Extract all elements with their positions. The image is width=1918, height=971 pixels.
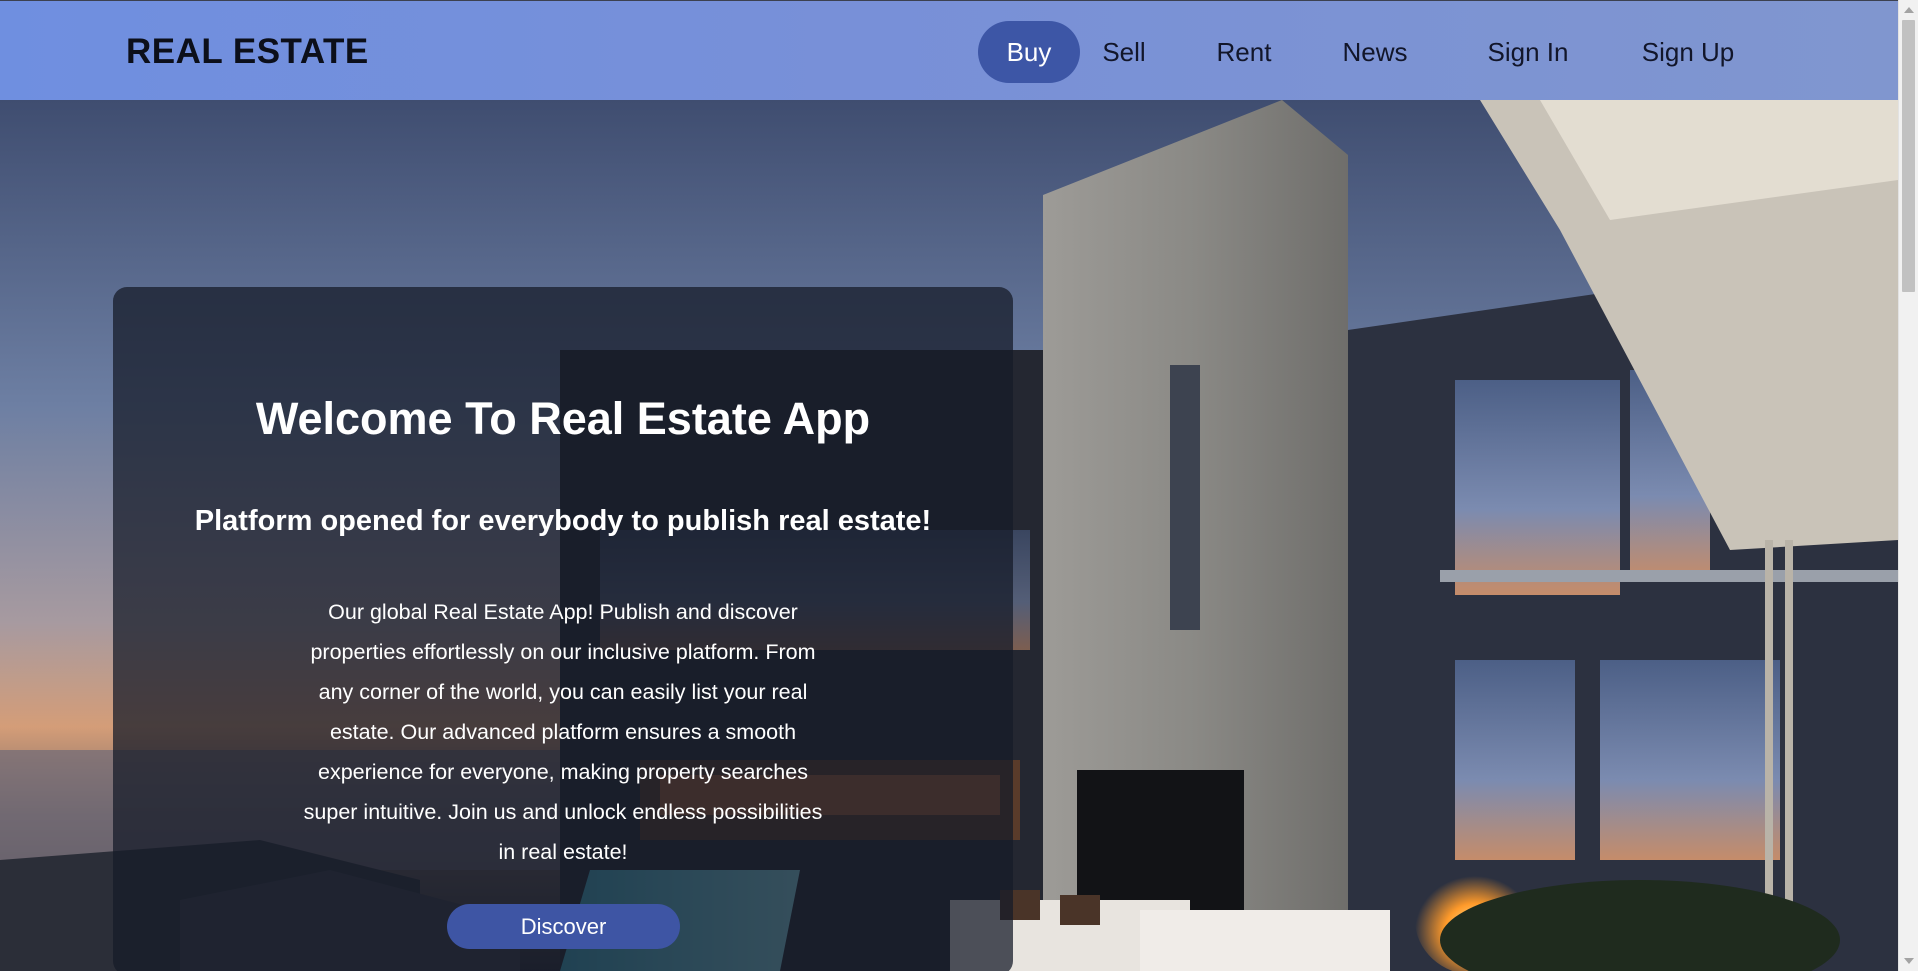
nav-item-sell[interactable]: Sell <box>1086 21 1162 83</box>
discover-button[interactable]: Discover <box>447 904 680 949</box>
nav-item-sign-in[interactable]: Sign In <box>1468 21 1588 83</box>
vertical-scrollbar[interactable] <box>1898 0 1918 971</box>
scroll-down-arrow-icon[interactable] <box>1904 958 1914 964</box>
nav-item-news[interactable]: News <box>1326 21 1424 83</box>
scroll-thumb[interactable] <box>1902 20 1915 292</box>
hero-subtitle: Platform opened for everybody to publish… <box>194 505 932 537</box>
nav-item-rent[interactable]: Rent <box>1204 21 1284 83</box>
nav-item-buy[interactable]: Buy <box>978 21 1080 83</box>
brand-logo[interactable]: REAL ESTATE <box>126 32 369 72</box>
hero-section: Welcome To Real Estate App Platform open… <box>0 100 1898 971</box>
hero-description: Our global Real Estate App! Publish and … <box>303 600 823 864</box>
hero-card: Welcome To Real Estate App Platform open… <box>113 287 1013 971</box>
scroll-up-arrow-icon[interactable] <box>1904 7 1914 13</box>
top-navbar: REAL ESTATE Buy Sell Rent News Sign In S… <box>0 0 1898 100</box>
hero-title: Welcome To Real Estate App <box>255 393 871 444</box>
nav-item-sign-up[interactable]: Sign Up <box>1618 21 1758 83</box>
